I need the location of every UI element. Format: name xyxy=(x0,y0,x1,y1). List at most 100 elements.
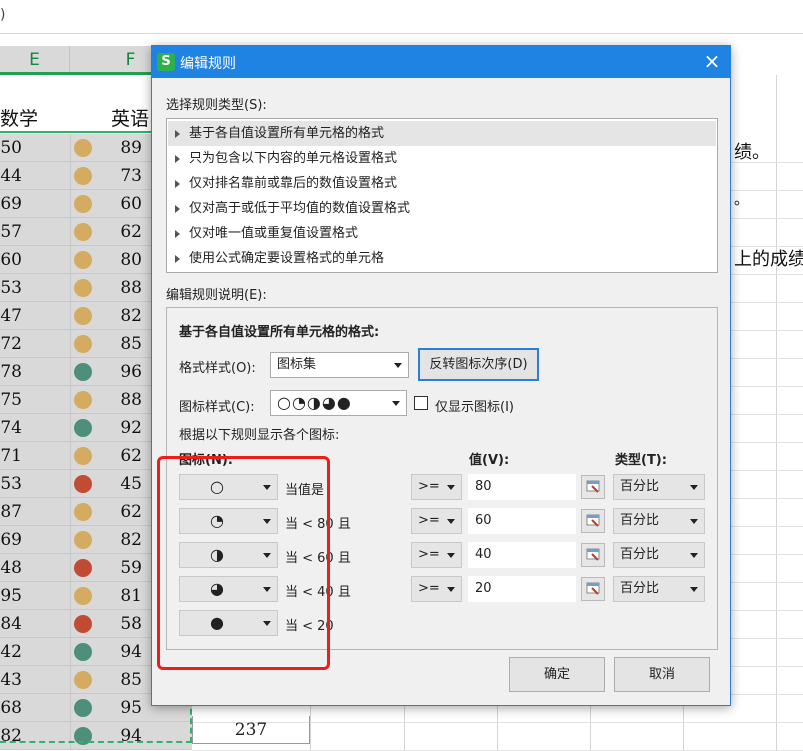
math-cell[interactable]: 82 xyxy=(0,722,70,750)
column-header-e[interactable]: E xyxy=(0,46,70,74)
operator-select[interactable]: >= xyxy=(411,542,462,568)
math-cell[interactable]: 84 xyxy=(0,610,70,638)
math-cell[interactable]: 42 xyxy=(0,638,70,666)
chevron-down-icon xyxy=(447,587,455,592)
value-type-select[interactable]: 百分比 xyxy=(613,508,705,534)
circle-icon xyxy=(74,223,92,241)
formula-bar[interactable]: ) xyxy=(0,0,803,34)
math-cell[interactable]: 72 xyxy=(0,330,70,358)
rule-type-item[interactable]: 仅对唯一值或重复值设置格式 xyxy=(168,221,716,246)
circle-icon xyxy=(74,391,92,409)
math-cell[interactable]: 53 xyxy=(0,274,70,302)
range-picker-icon[interactable] xyxy=(581,475,605,499)
icon-style-select[interactable]: ○◔◑◕● xyxy=(270,390,407,416)
value-type-select[interactable]: 百分比 xyxy=(613,576,705,602)
math-cell[interactable]: 69 xyxy=(0,526,70,554)
rule-type-item[interactable]: 仅对排名靠前或靠后的数值设置格式 xyxy=(168,171,716,196)
rule-type-label: 仅对唯一值或重复值设置格式 xyxy=(189,226,359,241)
rule-type-list[interactable]: 基于各自值设置所有单元格的格式 只为包含以下内容的单元格设置格式 仅对排名靠前或… xyxy=(166,118,718,273)
math-cell[interactable]: 48 xyxy=(0,554,70,582)
range-picker-icon[interactable] xyxy=(581,543,605,567)
description-heading: 基于各自值设置所有单元格的格式: xyxy=(179,325,380,340)
background-text: 绩。 xyxy=(734,142,770,163)
circle-icon xyxy=(74,447,92,465)
circle-icon xyxy=(74,335,92,353)
rule-type-label: 仅对排名靠前或靠后的数值设置格式 xyxy=(189,176,398,191)
math-cell[interactable]: 57 xyxy=(0,218,70,246)
circle-icon xyxy=(74,139,92,157)
operator-label: >= xyxy=(418,581,440,596)
rule-type-item[interactable]: 基于各自值设置所有单元格的格式 xyxy=(168,121,716,146)
reverse-icon-order-button[interactable]: 反转图标次序(D) xyxy=(418,348,539,381)
operator-select[interactable]: >= xyxy=(411,576,462,602)
math-cell[interactable]: 74 xyxy=(0,414,70,442)
threshold-input[interactable]: 40 xyxy=(468,542,576,568)
math-cell[interactable]: 50 xyxy=(0,134,70,162)
value-type-select[interactable]: 百分比 xyxy=(613,542,705,568)
value-type-label: 百分比 xyxy=(620,479,660,494)
rules-caption: 根据以下规则显示各个图标: xyxy=(179,428,340,443)
ok-button[interactable]: 确定 xyxy=(509,657,605,692)
cancel-button[interactable]: 取消 xyxy=(614,657,710,692)
math-cell[interactable]: 71 xyxy=(0,442,70,470)
circle-icon xyxy=(74,307,92,325)
chevron-down-icon xyxy=(447,519,455,524)
rule-type-item[interactable]: 只为包含以下内容的单元格设置格式 xyxy=(168,146,716,171)
math-cell[interactable]: 87 xyxy=(0,498,70,526)
threshold-input[interactable]: 20 xyxy=(468,576,576,602)
value-type-select[interactable]: 百分比 xyxy=(613,474,705,500)
threshold-input[interactable]: 60 xyxy=(468,508,576,534)
circle-icon xyxy=(74,251,92,269)
circle-icon xyxy=(74,195,92,213)
math-cell[interactable]: 44 xyxy=(0,162,70,190)
circle-icon xyxy=(74,503,92,521)
circle-icon xyxy=(74,363,92,381)
threshold-input[interactable]: 80 xyxy=(468,474,576,500)
gridline xyxy=(776,75,777,751)
circle-icon xyxy=(74,587,92,605)
dialog-titlebar[interactable]: S 编辑规则 × xyxy=(152,46,730,78)
chevron-down-icon xyxy=(447,485,455,490)
close-icon[interactable]: × xyxy=(700,49,724,73)
icon-set-preview: ○◔◑◕● xyxy=(277,393,352,412)
triangle-right-icon xyxy=(175,155,180,163)
header-math[interactable]: 数学 xyxy=(0,104,38,131)
range-picker-icon[interactable] xyxy=(581,509,605,533)
select-rule-type-label: 选择规则类型(S): xyxy=(166,98,267,113)
total-cell[interactable]: 237 xyxy=(192,716,310,744)
operator-label: >= xyxy=(418,547,440,562)
selection-border xyxy=(0,741,192,743)
math-cell[interactable]: 60 xyxy=(0,246,70,274)
math-cell[interactable]: 47 xyxy=(0,302,70,330)
circle-icon xyxy=(74,615,92,633)
rule-type-item[interactable]: 仅对高于或低于平均值的数值设置格式 xyxy=(168,196,716,221)
operator-select[interactable]: >= xyxy=(411,508,462,534)
rule-type-item[interactable]: 使用公式确定要设置格式的单元格 xyxy=(168,246,716,271)
triangle-right-icon xyxy=(175,180,180,188)
triangle-right-icon xyxy=(175,130,180,138)
header-english[interactable]: 英语 xyxy=(111,104,149,131)
math-cell[interactable]: 43 xyxy=(0,666,70,694)
math-cell[interactable]: 75 xyxy=(0,386,70,414)
format-style-select[interactable]: 图标集 xyxy=(270,352,409,378)
rule-type-label: 使用公式确定要设置格式的单元格 xyxy=(189,251,385,266)
circle-icon xyxy=(74,279,92,297)
type-column-label: 类型(T): xyxy=(615,453,667,468)
math-cell[interactable]: 68 xyxy=(0,694,70,722)
math-cell[interactable]: 95 xyxy=(0,582,70,610)
range-picker-icon[interactable] xyxy=(581,577,605,601)
formula-text: ) xyxy=(0,7,6,23)
show-icon-only-label: 仅显示图标(I) xyxy=(435,400,514,415)
dialog-title: 编辑规则 xyxy=(180,56,236,72)
circle-icon xyxy=(74,419,92,437)
operator-select[interactable]: >= xyxy=(411,474,462,500)
value-column-label: 值(V): xyxy=(469,453,510,468)
chevron-down-icon xyxy=(690,587,698,592)
math-cell[interactable]: 69 xyxy=(0,190,70,218)
math-cell[interactable]: 53 xyxy=(0,470,70,498)
math-cell[interactable]: 78 xyxy=(0,358,70,386)
show-icon-only-checkbox[interactable] xyxy=(414,396,428,410)
edit-description-label: 编辑规则说明(E): xyxy=(166,288,267,303)
circle-icon xyxy=(74,643,92,661)
rule-type-label: 只为包含以下内容的单元格设置格式 xyxy=(189,151,398,166)
